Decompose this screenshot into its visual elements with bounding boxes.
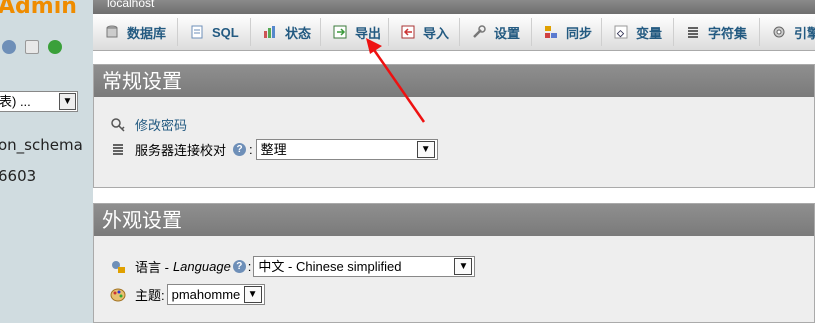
- collation-row: 服务器连接校对 ? : 整理 ▼: [110, 139, 438, 160]
- collation-colon: :: [249, 142, 253, 157]
- appearance-settings-panel: 外观设置 语言 - Language ? : 中文 - Chinese simp…: [93, 203, 815, 323]
- status-icon: [263, 25, 277, 39]
- settings-icon: [472, 25, 486, 39]
- tab-label: SQL: [212, 24, 239, 40]
- tab-label: 引擎: [794, 25, 815, 41]
- tab-bar: 数据库 SQL 状态 导出 导入 设置 同步 ◇ 变量 字符集 引擎: [93, 14, 815, 51]
- sidebar-icon-bar: [2, 40, 62, 54]
- key-icon: [110, 117, 126, 133]
- list-icon: [110, 142, 126, 158]
- server-name[interactable]: localhost: [107, 0, 154, 9]
- collation-select[interactable]: 整理 ▼: [255, 139, 438, 160]
- collation-select-value: 整理: [260, 142, 287, 157]
- chevron-down-icon: ▼: [59, 93, 76, 110]
- general-settings-panel: 常规设置 修改密码 服务器连接校对 ? : 整理 ▼: [93, 64, 815, 188]
- tab-settings[interactable]: 设置: [460, 18, 532, 46]
- tab-databases[interactable]: 数据库: [93, 18, 178, 46]
- change-password-link[interactable]: 修改密码: [135, 115, 187, 134]
- tab-sync[interactable]: 同步: [532, 18, 602, 46]
- tab-label: 导出: [355, 25, 382, 41]
- tab-label: 导入: [423, 25, 450, 41]
- database-icon: [105, 25, 119, 39]
- tab-export[interactable]: 导出: [321, 18, 389, 46]
- language-row: 语言 - Language ? : 中文 - Chinese simplifie…: [110, 256, 476, 277]
- tab-variables[interactable]: ◇ 变量: [602, 18, 674, 46]
- tab-status[interactable]: 状态: [251, 18, 321, 46]
- help-icon[interactable]: ?: [232, 260, 246, 273]
- tab-sql[interactable]: SQL: [178, 18, 251, 46]
- main-content: localhost 数据库 SQL 状态 导出 导入 设置 同步 ◇ 变量 字符…: [93, 0, 815, 323]
- theme-select[interactable]: pmahomme ▼: [166, 284, 265, 305]
- variables-icon: ◇: [614, 25, 628, 39]
- tab-label: 字符集: [708, 25, 748, 41]
- language-select[interactable]: 中文 - Chinese simplified ▼: [253, 256, 476, 277]
- theme-row: 主题: pmahomme ▼: [110, 284, 265, 305]
- chevron-down-icon: ▼: [454, 258, 473, 275]
- engines-icon: [772, 25, 786, 39]
- docs-icon[interactable]: [25, 40, 39, 54]
- server-breadcrumb: localhost: [93, 0, 815, 14]
- svg-text:◇: ◇: [616, 28, 625, 38]
- tab-label: 同步: [566, 25, 593, 41]
- help-icon[interactable]: [2, 40, 16, 54]
- panel-title: 常规设置: [94, 65, 814, 97]
- language-select-value: 中文 - Chinese simplified: [258, 259, 402, 274]
- theme-label: 主题:: [135, 288, 165, 303]
- tree-item-schema[interactable]: on_schema: [0, 136, 83, 154]
- tab-import[interactable]: 导入: [389, 18, 460, 46]
- sql-icon: [190, 25, 204, 39]
- theme-select-value: pmahomme: [171, 287, 241, 302]
- chevron-down-icon: ▼: [416, 141, 435, 158]
- import-icon: [401, 25, 415, 39]
- charset-icon: [686, 25, 700, 39]
- tab-label: 变量: [636, 25, 663, 41]
- language-label: 语言 -: [135, 260, 169, 275]
- reload-icon[interactable]: [48, 40, 62, 54]
- tab-label: 设置: [494, 25, 521, 41]
- collation-label: 服务器连接校对: [135, 143, 227, 158]
- palette-icon: [110, 287, 126, 303]
- navigation-sidebar: Admin 表) ... ▼ on_schema 6603: [0, 0, 92, 311]
- phpmyadmin-logo[interactable]: Admin: [0, 0, 77, 19]
- tab-label: 状态: [285, 25, 312, 41]
- tab-label: 数据库: [127, 25, 167, 41]
- language-icon: [110, 259, 126, 275]
- change-password-row: 修改密码: [110, 115, 187, 134]
- tree-item-count[interactable]: 6603: [0, 167, 36, 185]
- language-label-en: Language: [172, 259, 231, 274]
- language-colon: :: [247, 259, 252, 274]
- tab-engines[interactable]: 引擎: [760, 18, 815, 46]
- database-select[interactable]: 表) ... ▼: [0, 91, 78, 112]
- database-select-value: 表) ...: [0, 94, 31, 109]
- tab-charset[interactable]: 字符集: [674, 18, 760, 46]
- chevron-down-icon: ▼: [243, 286, 262, 303]
- panel-title: 外观设置: [94, 204, 814, 236]
- sync-icon: [544, 25, 558, 39]
- export-icon: [333, 25, 347, 39]
- help-icon[interactable]: ?: [233, 143, 247, 156]
